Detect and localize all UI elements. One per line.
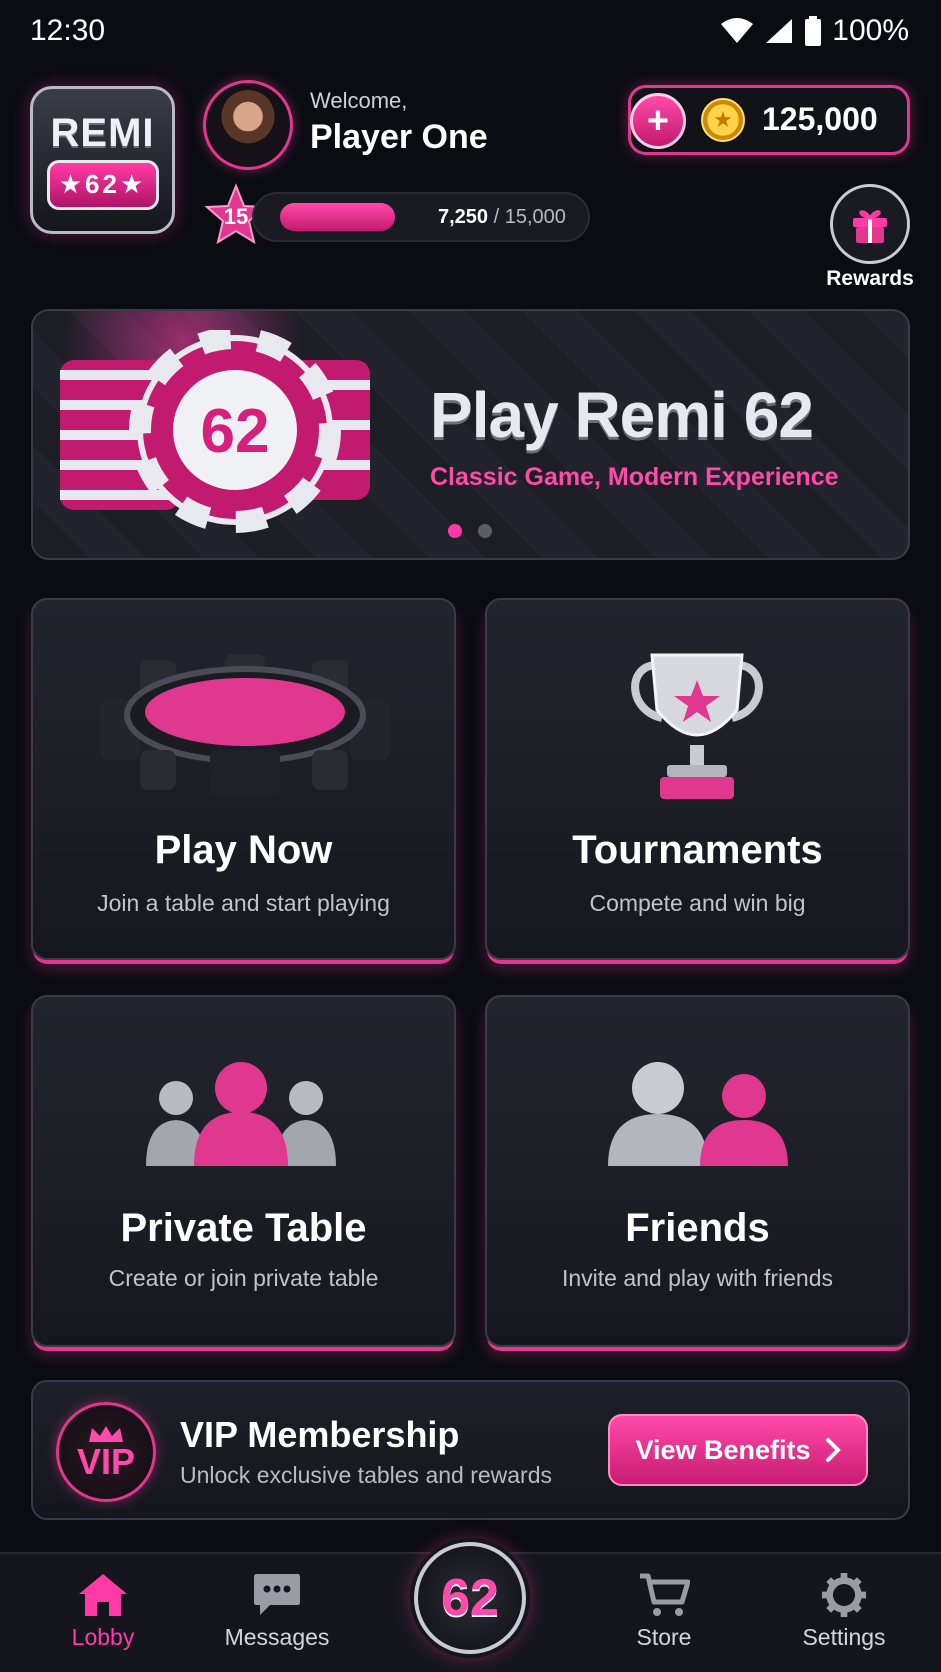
card-title: Friends [625,1206,770,1250]
card-title: Tournaments [572,828,823,872]
app-logo: REMI ★62★ [30,86,175,234]
xp-current: 7,250 [438,206,489,228]
view-benefits-button[interactable]: View Benefits [608,1414,868,1486]
rewards-label: Rewards [826,267,914,290]
status-bar: 12:30 100% [0,0,941,62]
welcome-label: Welcome, [310,88,408,113]
vip-badge: VIP [56,1402,156,1502]
xp-progress-fill [280,203,395,231]
carousel-dot-2[interactable] [478,524,492,538]
status-time: 12:30 [30,14,106,47]
xp-text: 7,250 / 15,000 [438,206,566,229]
poker-table-icon [100,654,390,796]
view-benefits-label: View Benefits [635,1434,811,1465]
friends-icon [608,1062,788,1166]
card-subtitle: Create or join private table [108,1265,379,1291]
vip-badge-text: VIP [76,1441,136,1482]
banner-title: Play Remi 62 [430,379,814,451]
nav-label: Store [636,1624,692,1650]
nav-store[interactable]: Store [594,1572,734,1651]
chat-icon [254,1574,300,1615]
center-play-button[interactable]: 62 [414,1542,526,1654]
chevron-right-icon [825,1438,841,1462]
card-subtitle: Compete and win big [589,890,806,916]
carousel-dot-1[interactable] [448,524,462,538]
nav-lobby[interactable]: Lobby [33,1572,173,1651]
wifi-icon [721,18,754,43]
battery-percent: 100% [832,14,909,47]
gear-icon [821,1572,867,1618]
banner-subtitle: Classic Game, Modern Experience [430,463,839,491]
friends-card[interactable] [485,995,910,1347]
nav-settings[interactable]: Settings [774,1572,914,1651]
player-name: Player One [310,118,488,156]
chip-number: 62 [201,397,270,466]
trophy-icon [631,653,763,799]
battery-icon [805,16,822,46]
status-indicators: 100% [720,14,909,48]
home-icon [79,1574,127,1616]
gift-icon [853,210,887,243]
signal-icon [766,19,793,43]
card-subtitle: Invite and play with friends [561,1265,834,1291]
logo-title: REMI [50,110,155,155]
card-subtitle: Join a table and start playing [97,890,390,916]
group-icon [146,1062,336,1166]
nav-label: Settings [802,1624,886,1650]
xp-max: / 15,000 [493,206,566,228]
avatar[interactable] [203,80,293,170]
nav-label: Lobby [71,1624,135,1650]
card-title: Private Table [120,1206,367,1250]
private-table-card[interactable] [31,995,456,1347]
vip-subtitle: Unlock exclusive tables and rewards [180,1462,553,1488]
coin-amount: 125,000 [762,101,878,137]
nav-messages[interactable]: Messages [207,1572,347,1651]
add-coins-button[interactable]: + [630,93,686,149]
cart-icon [640,1573,690,1616]
nav-label: Messages [224,1624,330,1650]
logo-number: ★62★ [46,159,159,210]
card-title: Play Now [154,828,333,872]
chip-stack-icon: 62 [60,330,370,533]
rewards-button[interactable] [830,184,910,264]
coin-icon: ★ [701,98,745,142]
vip-title: VIP Membership [180,1414,460,1455]
